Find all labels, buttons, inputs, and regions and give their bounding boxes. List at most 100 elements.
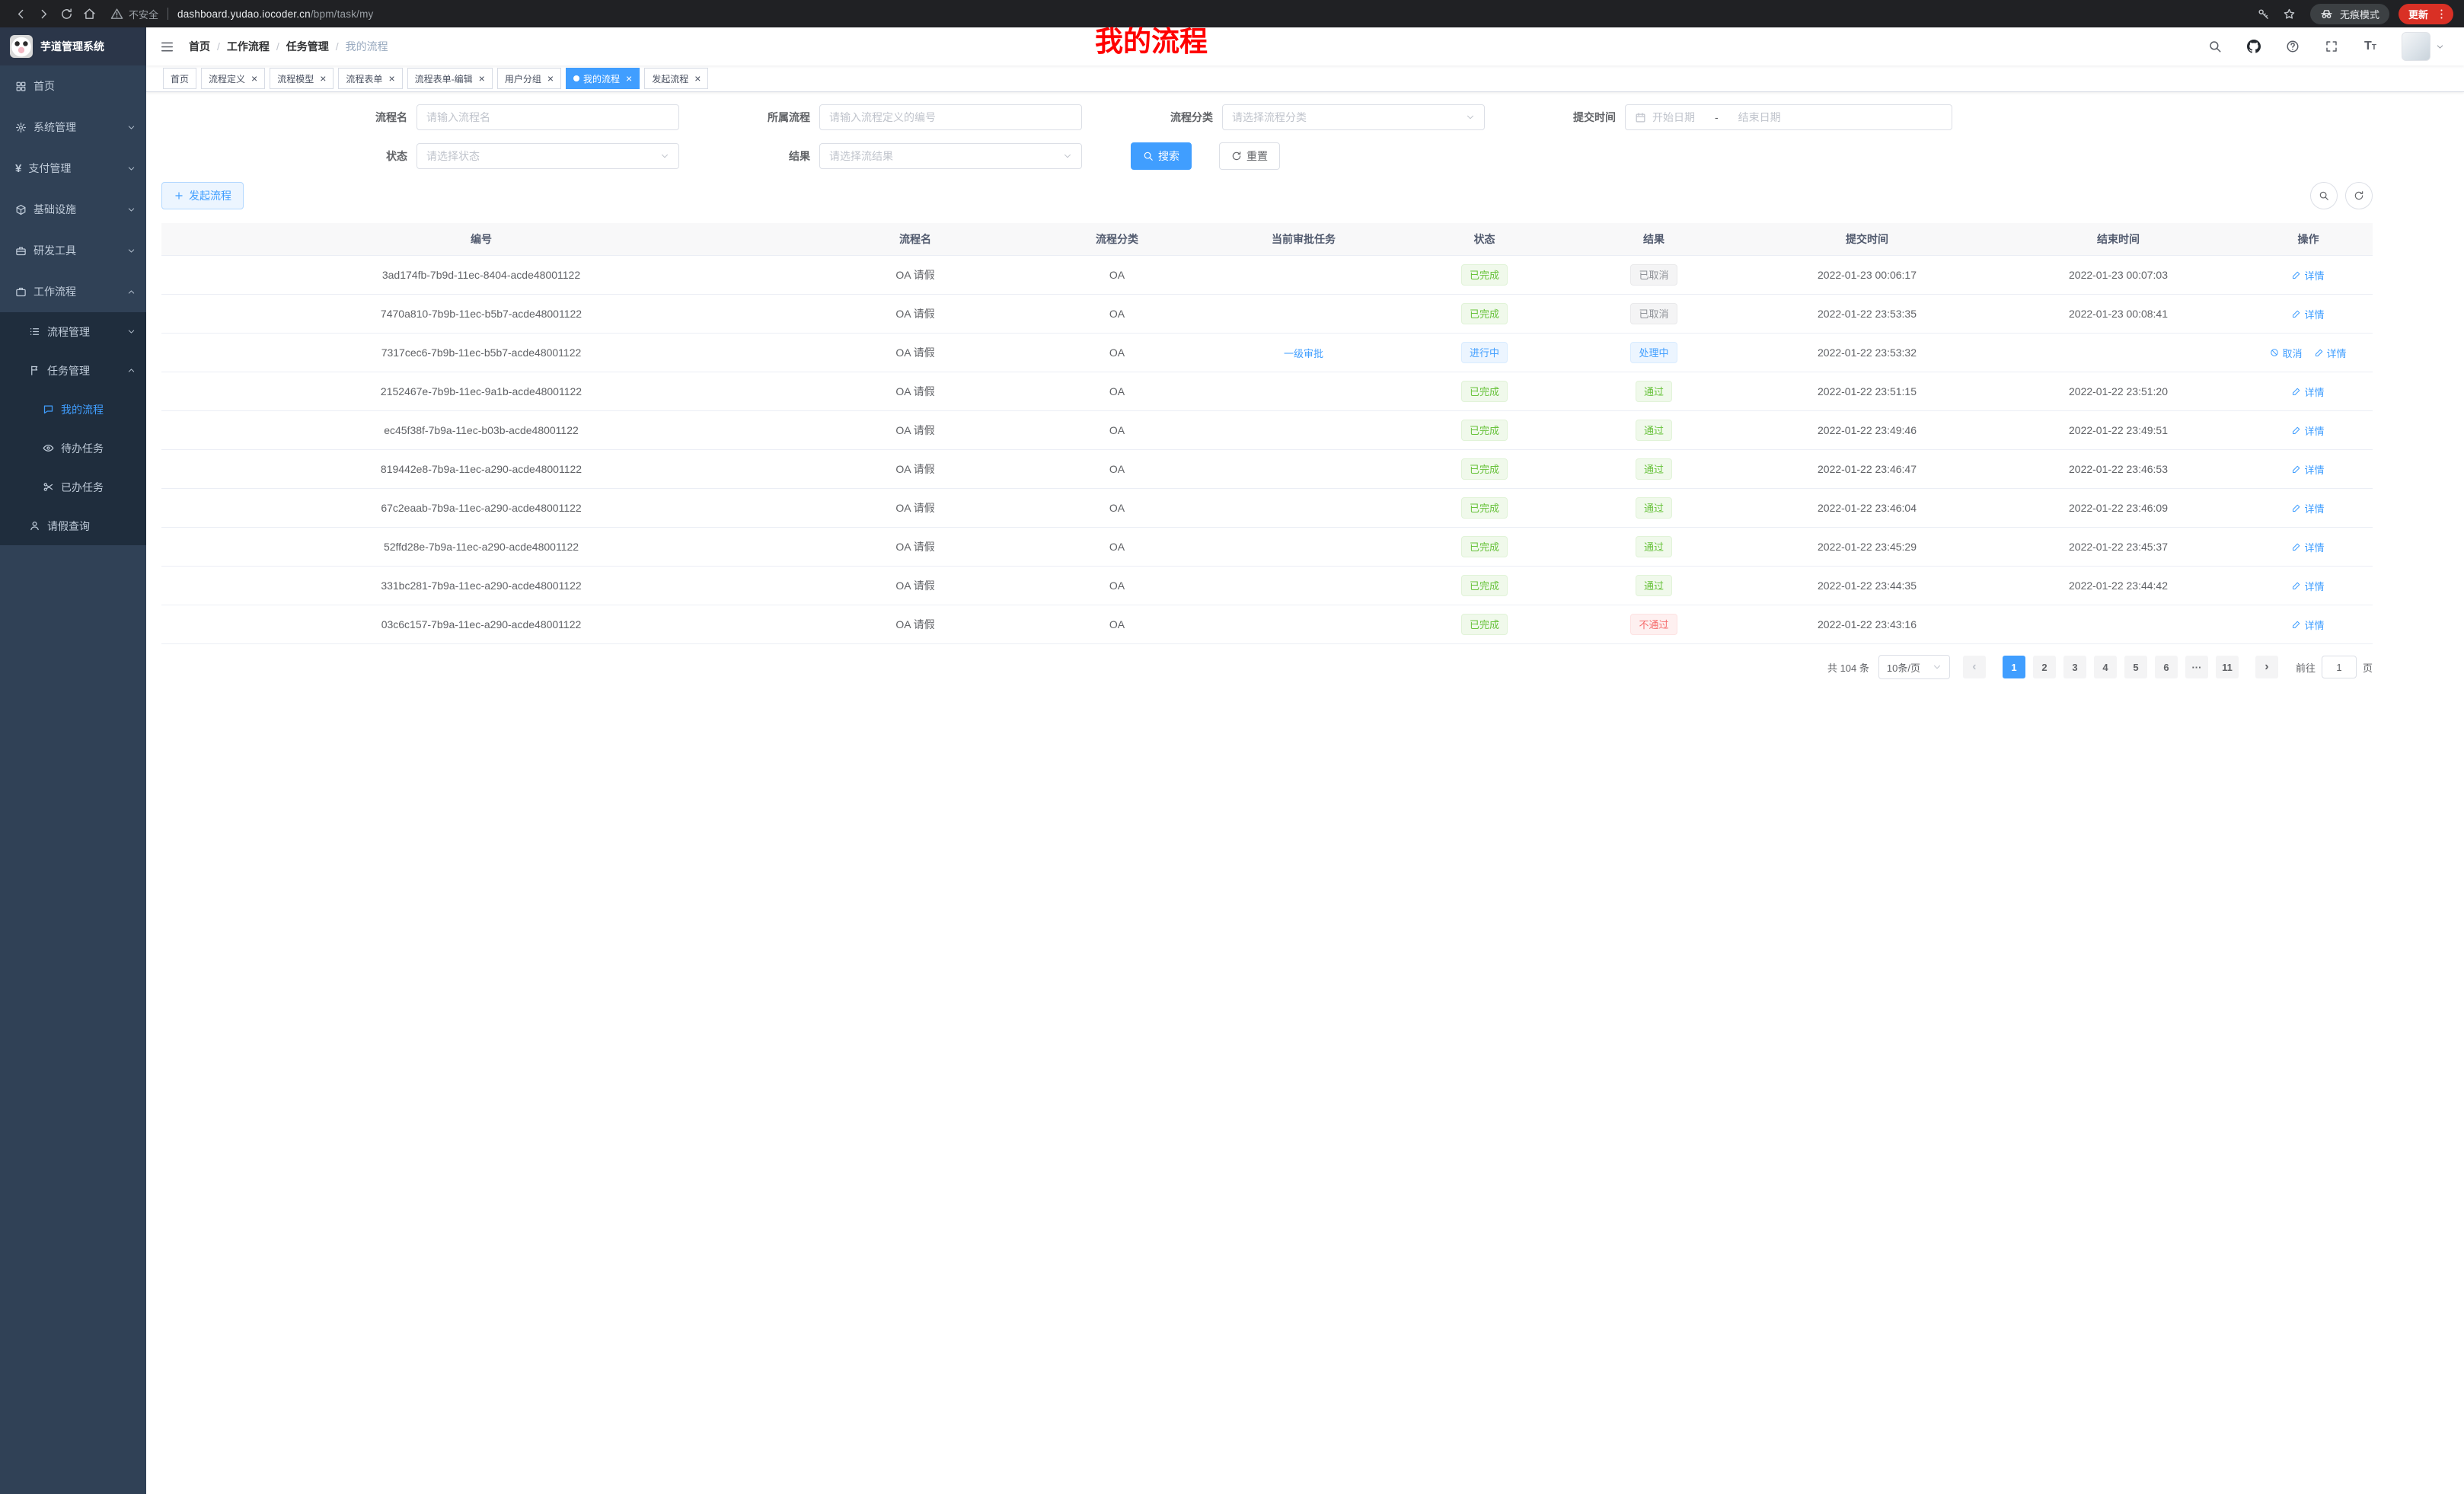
detail-action-link[interactable]: 详情: [2292, 385, 2324, 399]
sidebar-item-process-mgmt[interactable]: 流程管理: [0, 312, 146, 351]
search-icon[interactable]: [2207, 38, 2223, 55]
filter-field-category: 流程分类请选择流程分类: [1131, 104, 1485, 130]
tab-home[interactable]: 首页: [163, 68, 196, 89]
top-navbar: 首页/工作流程/任务管理/我的流程 TT: [146, 27, 2464, 65]
detail-action-link[interactable]: 详情: [2292, 307, 2324, 321]
close-icon[interactable]: ×: [388, 73, 394, 84]
cell-actions: 详情: [2244, 411, 2373, 450]
edit-icon: [2292, 387, 2301, 396]
sidebar-item-payment[interactable]: ¥支付管理: [0, 148, 146, 189]
toggle-search-button[interactable]: [2310, 182, 2338, 209]
detail-action-link[interactable]: 详情: [2292, 501, 2324, 516]
page-button-3[interactable]: 3: [2063, 656, 2086, 678]
user-menu[interactable]: [2402, 32, 2444, 61]
tab-user-group[interactable]: 用户分组×: [497, 68, 561, 89]
cell-result: 处理中: [1566, 334, 1741, 372]
detail-action-link[interactable]: 详情: [2292, 579, 2324, 593]
sidebar-item-todo-tasks[interactable]: 待办任务: [0, 429, 146, 468]
flag-icon: [29, 365, 40, 376]
filter-daterange-submit-time[interactable]: 开始日期-结束日期: [1625, 104, 1952, 130]
cancel-action-link[interactable]: 取消: [2270, 346, 2302, 360]
sidebar-item-system[interactable]: 系统管理: [0, 107, 146, 148]
create-process-button[interactable]: 发起流程: [161, 182, 244, 209]
breadcrumb-item[interactable]: 首页: [189, 39, 210, 54]
filter-select-category[interactable]: 请选择流程分类: [1222, 104, 1485, 130]
page-button-5[interactable]: 5: [2124, 656, 2147, 678]
filter-field-result: 结果请选择流结果: [728, 143, 1082, 169]
page-size-select[interactable]: 10条/页: [1878, 655, 1950, 679]
sidebar-item-leave-query[interactable]: 请假查询: [0, 506, 146, 545]
forward-icon[interactable]: [34, 4, 53, 24]
help-icon[interactable]: [2284, 38, 2301, 55]
github-icon[interactable]: [2245, 38, 2262, 55]
detail-action-link[interactable]: 详情: [2315, 346, 2347, 360]
breadcrumb-item[interactable]: 工作流程: [227, 39, 270, 54]
sidebar-item-my-process[interactable]: 我的流程: [0, 390, 146, 429]
status-badge: 已完成: [1461, 497, 1508, 519]
detail-action-link[interactable]: 详情: [2292, 618, 2324, 632]
star-icon[interactable]: [2280, 4, 2300, 24]
breadcrumb-item[interactable]: 任务管理: [286, 39, 329, 54]
filter-input-name[interactable]: 请输入流程名: [417, 104, 679, 130]
refresh-icon[interactable]: [56, 4, 76, 24]
status-badge: 已完成: [1461, 614, 1508, 635]
kebab-menu-icon[interactable]: [2434, 6, 2449, 21]
sidebar-item-done-tasks[interactable]: 已办任务: [0, 468, 146, 506]
filter-select-result[interactable]: 请选择流结果: [819, 143, 1082, 169]
next-page-button[interactable]: ›: [2255, 656, 2278, 678]
cell-actions: 详情: [2244, 489, 2373, 528]
sidebar-item-infrastructure[interactable]: 基础设施: [0, 189, 146, 230]
tab-process-form[interactable]: 流程表单×: [338, 68, 402, 89]
page-button-4[interactable]: 4: [2094, 656, 2117, 678]
sidebar-item-workflow[interactable]: 工作流程: [0, 271, 146, 312]
home-icon[interactable]: [79, 4, 99, 24]
tab-process-definition[interactable]: 流程定义×: [201, 68, 265, 89]
cell-actions: 详情: [2244, 372, 2373, 411]
page-button-1[interactable]: 1: [2003, 656, 2025, 678]
close-icon[interactable]: ×: [547, 73, 554, 84]
sidebar-item-home[interactable]: 首页: [0, 65, 146, 107]
filter-select-status[interactable]: 请选择状态: [417, 143, 679, 169]
detail-action-link[interactable]: 详情: [2292, 540, 2324, 554]
close-icon[interactable]: ×: [251, 73, 257, 84]
tab-my-process[interactable]: 我的流程×: [566, 68, 640, 89]
close-icon[interactable]: ×: [320, 73, 326, 84]
current-task-link[interactable]: 一级审批: [1284, 346, 1323, 360]
table-row: 52ffd28e-7b9a-11ec-a290-acde48001122OA 请…: [161, 528, 2373, 567]
sidebar-item-label: 工作流程: [34, 284, 76, 299]
avatar[interactable]: [2402, 32, 2430, 61]
filter-input-definition[interactable]: 请输入流程定义的编号: [819, 104, 1082, 130]
sidebar-item-task-mgmt[interactable]: 任务管理: [0, 351, 146, 390]
close-icon[interactable]: ×: [626, 73, 632, 84]
fullscreen-icon[interactable]: [2323, 38, 2340, 55]
cell-result: 通过: [1566, 489, 1741, 528]
page-button-2[interactable]: 2: [2033, 656, 2056, 678]
key-icon[interactable]: [2254, 4, 2274, 24]
font-size-icon[interactable]: TT: [2362, 38, 2379, 55]
reset-button[interactable]: 重置: [1219, 142, 1280, 170]
filter-field-submit-time: 提交时间开始日期-结束日期: [1534, 104, 1952, 130]
tab-process-model[interactable]: 流程模型×: [270, 68, 334, 89]
address-bar[interactable]: dashboard.yudao.iocoder.cn/bpm/task/my: [177, 8, 374, 20]
tab-start-process[interactable]: 发起流程×: [644, 68, 708, 89]
detail-action-link[interactable]: 详情: [2292, 423, 2324, 438]
more-pages-button[interactable]: ···: [2185, 656, 2208, 678]
close-icon[interactable]: ×: [694, 73, 701, 84]
refresh-table-button[interactable]: [2345, 182, 2373, 209]
detail-action-link[interactable]: 详情: [2292, 462, 2324, 477]
navbar-icons: TT: [2207, 38, 2379, 55]
back-icon[interactable]: [11, 4, 30, 24]
update-button[interactable]: 更新: [2399, 4, 2453, 24]
logo-image: [10, 35, 33, 58]
search-button[interactable]: 搜索: [1131, 142, 1192, 170]
hamburger-icon[interactable]: [152, 32, 181, 61]
page-button-11[interactable]: 11: [2216, 656, 2239, 678]
page-button-6[interactable]: 6: [2155, 656, 2178, 678]
close-icon[interactable]: ×: [479, 73, 485, 84]
site-security-chip[interactable]: 不安全: [110, 7, 158, 21]
cell-process-name: OA 请假: [801, 372, 1029, 411]
detail-action-link[interactable]: 详情: [2292, 268, 2324, 283]
sidebar-item-dev-tools[interactable]: 研发工具: [0, 230, 146, 271]
goto-page-input[interactable]: [2322, 656, 2357, 678]
tab-process-form-edit[interactable]: 流程表单-编辑×: [407, 68, 493, 89]
